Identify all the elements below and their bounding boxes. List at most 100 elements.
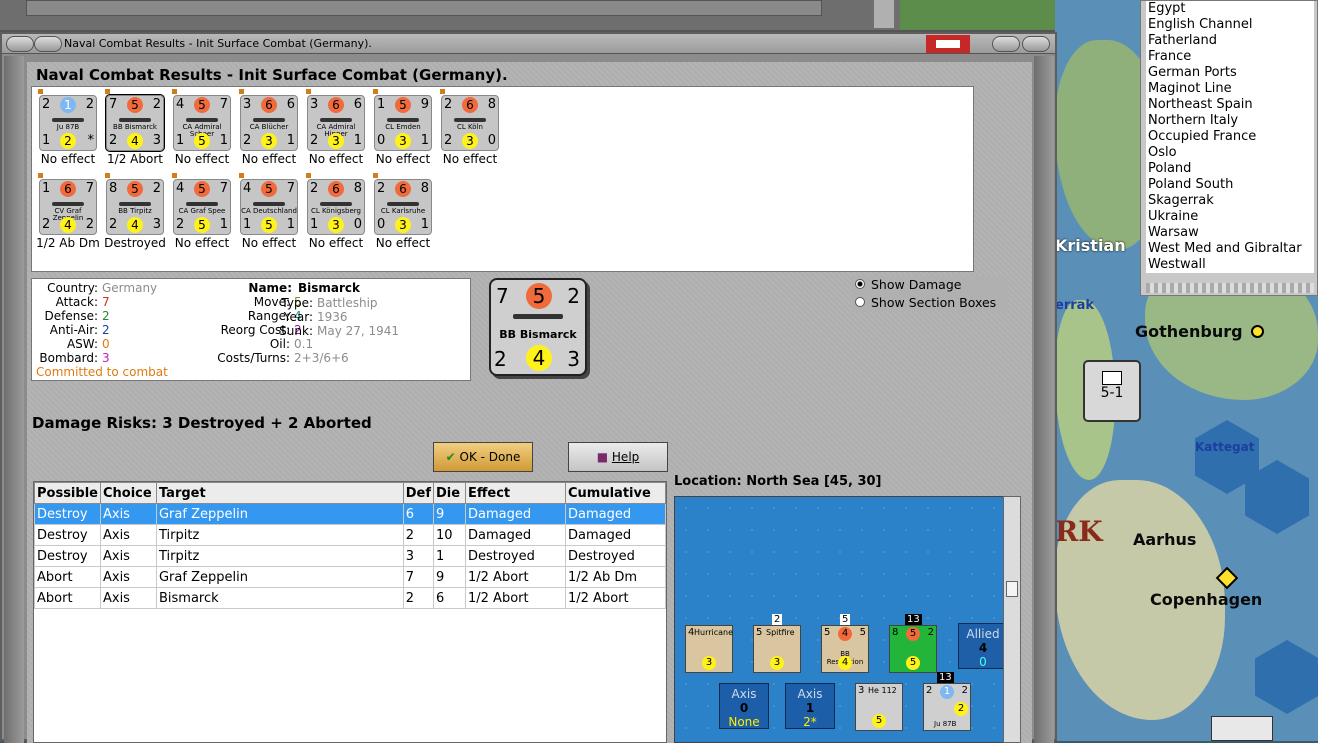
close-button[interactable] <box>1022 36 1050 52</box>
region-list-item[interactable]: English Channel <box>1148 17 1314 33</box>
scrollbar[interactable] <box>874 0 894 28</box>
allied-ship-unit[interactable]: 852 5 <box>889 625 937 673</box>
column-header[interactable]: Effect <box>465 482 566 504</box>
unit-antiair: 2 <box>109 133 118 148</box>
unit-counter[interactable]: 2 6 8 CL Karlsruhe 0 3 1 <box>374 179 432 235</box>
list-scrollbar[interactable] <box>1146 283 1314 293</box>
content-panel: Naval Combat Results - Init Surface Comb… <box>27 62 1032 743</box>
corps-counter[interactable]: 5-1 <box>1083 360 1141 422</box>
table-cell: 10 <box>433 524 466 546</box>
unit-counter[interactable]: 4 5 7 CA Deutschland 1 5 1 <box>240 179 298 235</box>
status-dot <box>440 89 445 94</box>
unit-defense: 5 <box>127 181 143 197</box>
region-list-item[interactable]: Occupied France <box>1148 129 1314 145</box>
table-row[interactable]: Destroy Axis Tirpitz 3 1 Destroyed Destroyed <box>34 545 666 567</box>
value-defense: 2 <box>102 309 110 323</box>
region-list-item[interactable]: Westwall <box>1148 257 1314 273</box>
title-bar[interactable]: Naval Combat Results - Init Surface Comb… <box>2 34 1055 54</box>
unit-counter[interactable]: 7 5 2 BB Bismarck 2 4 3 <box>105 94 165 152</box>
label-sunk: Sunk: <box>279 324 313 338</box>
book-icon: ■ <box>596 450 609 464</box>
stack-count: 2 <box>772 614 783 625</box>
city-marker[interactable] <box>1251 325 1264 338</box>
map-edge <box>900 0 1055 30</box>
table-cell: Destroyed <box>465 545 566 567</box>
unit-attack: 4 <box>176 181 185 196</box>
column-header[interactable]: Die <box>433 482 466 504</box>
unit-counter[interactable]: 4 5 7 CA Graf Spee 2 5 1 <box>173 179 231 235</box>
unit-asw: 1 <box>219 133 228 148</box>
radio-show-damage[interactable] <box>855 279 865 289</box>
table-cell: 7 <box>402 566 435 588</box>
status-dot <box>105 173 110 178</box>
system-menu-button[interactable] <box>6 36 34 52</box>
unit-counter[interactable]: 2 6 8 CL Königsberg 1 3 0 <box>307 179 365 235</box>
region-list-item[interactable]: West Med and Gibraltar <box>1148 241 1314 257</box>
table-cell: Axis <box>99 503 157 525</box>
german-flag-icon <box>926 35 970 53</box>
sea-scrollbar[interactable] <box>1003 496 1021 743</box>
hurricane-unit[interactable]: 4 Hurricane 3 <box>685 625 733 673</box>
axis-summary-2[interactable]: Axis 1 2* <box>785 683 835 729</box>
table-cell: 9 <box>433 503 466 525</box>
unit-move: 8 <box>353 181 362 196</box>
unit-counter[interactable]: 1 5 9 CL Emden 0 3 1 <box>374 95 432 151</box>
maximize-button[interactable] <box>992 36 1020 52</box>
unit-counter[interactable]: 2 6 8 CL Köln 2 3 0 <box>441 95 499 151</box>
ok-done-button[interactable]: ✔ OK - Done <box>433 442 533 472</box>
ok-label: OK - Done <box>459 450 521 464</box>
region-list-item[interactable]: Northern Italy <box>1148 113 1314 129</box>
region-list-item[interactable]: Poland <box>1148 161 1314 177</box>
he112-unit[interactable]: 3 He 112 5 <box>855 683 903 731</box>
region-list-item[interactable]: Ukraine <box>1148 209 1314 225</box>
table-row[interactable]: Destroy Axis Tirpitz 2 10 Damaged Damaged <box>34 524 666 546</box>
unit-range: 3 <box>328 133 344 149</box>
unit-counter[interactable]: 8 5 2 BB Tirpitz 2 4 3 <box>106 179 164 235</box>
region-list-item[interactable]: Warsaw <box>1148 225 1314 241</box>
column-header[interactable]: Target <box>155 482 404 504</box>
region-list-item[interactable]: France <box>1148 49 1314 65</box>
unit-result: No effect <box>442 152 498 166</box>
value-year: 1936 <box>317 310 348 324</box>
help-button[interactable]: ■ Help <box>568 442 668 472</box>
status-dot <box>38 89 43 94</box>
region-list-item[interactable]: Skagerrak <box>1148 193 1314 209</box>
frame-left <box>4 56 24 743</box>
ju87b-unit[interactable]: 212 Ju 87B 2 <box>923 683 971 731</box>
table-row[interactable]: Destroy Axis Graf Zeppelin 6 9 Damaged Damaged <box>34 503 666 525</box>
radio-show-sections[interactable] <box>855 297 865 307</box>
region-list-item[interactable]: Egypt <box>1148 1 1314 17</box>
allied-summary[interactable]: Allied 4 0 <box>958 623 1008 669</box>
region-list: Egypt English Channel Fatherland France Germ… <box>1146 1 1314 273</box>
unit-counter[interactable]: 457CA Admiral Scheer151 <box>173 95 231 151</box>
bb-resolution-unit[interactable]: 545 BB Resolution 4 <box>821 625 869 673</box>
minimize-button[interactable] <box>34 36 62 52</box>
checkmark-icon: ✔ <box>445 450 456 464</box>
region-list-item[interactable]: Oslo <box>1148 145 1314 161</box>
counter-range: 4 <box>526 345 552 371</box>
map-label-kristian: Kristian <box>1055 236 1126 255</box>
table-row[interactable]: Abort Axis Graf Zeppelin 7 9 1/2 Abort 1/2 Ab … <box>34 566 666 588</box>
column-header[interactable]: Possible <box>34 482 101 504</box>
scroll-thumb[interactable] <box>1006 581 1018 597</box>
unit-details: Type: Battleship Year: 1936 Sunk: May 27… <box>257 296 437 356</box>
unit-counter[interactable]: 3 6 6 CA Blücher 2 3 1 <box>240 95 298 151</box>
table-row[interactable]: Abort Axis Bismarck 2 6 1/2 Abort 1/2 Abort <box>34 587 666 609</box>
region-list-item[interactable]: Maginot Line <box>1148 81 1314 97</box>
region-list-item[interactable]: Poland South <box>1148 177 1314 193</box>
unit-stack[interactable] <box>1211 716 1273 741</box>
unit-counter[interactable]: 2 1 2 Ju 87B 1 2 * <box>39 95 97 151</box>
region-list-item[interactable]: Northeast Spain <box>1148 97 1314 113</box>
column-header[interactable]: Def <box>402 482 435 504</box>
region-list-item[interactable]: German Ports <box>1148 65 1314 81</box>
column-header[interactable]: Cumulative <box>565 482 666 504</box>
region-list-item[interactable]: Fatherland <box>1148 33 1314 49</box>
selected-unit-counter: 7 5 2 BB Bismarck 2 4 3 <box>489 278 587 376</box>
unit-range: 3 <box>462 133 478 149</box>
ship-icon <box>52 118 84 122</box>
column-header[interactable]: Choice <box>99 482 157 504</box>
axis-summary-1[interactable]: Axis 0 None <box>719 683 769 729</box>
unit-counter[interactable]: 167CV Graf Zeppelin242 <box>39 179 97 235</box>
unit-counter[interactable]: 366CA Admiral Hipper231 <box>307 95 365 151</box>
spitfire-unit[interactable]: 5 Spitfire 3 <box>753 625 801 673</box>
